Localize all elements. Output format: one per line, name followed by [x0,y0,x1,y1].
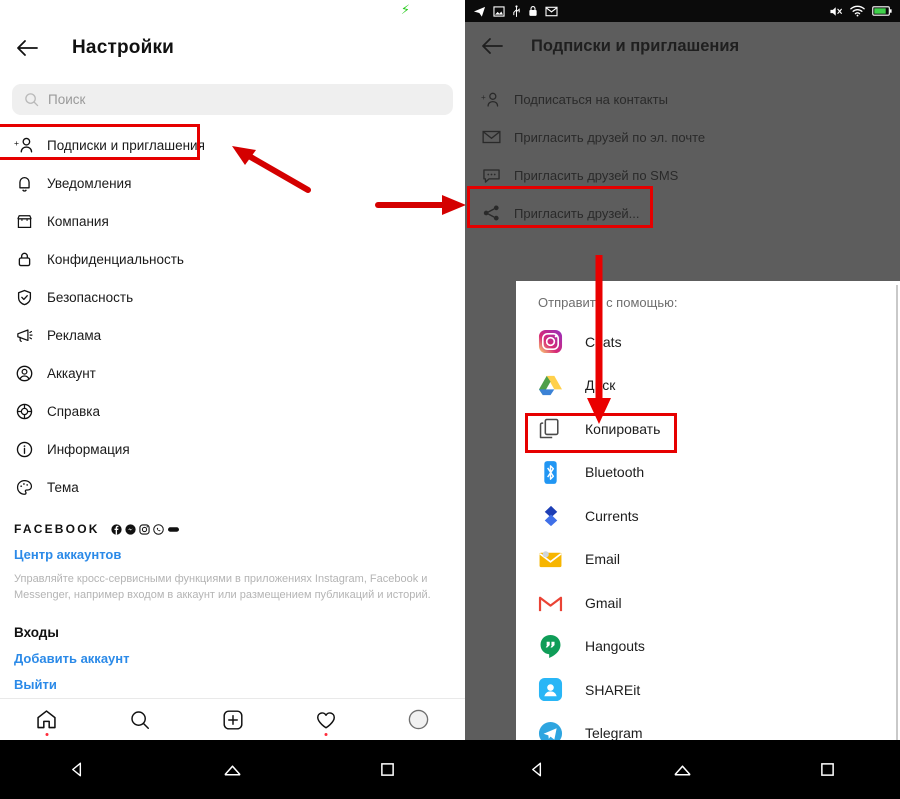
arrow-to-copy [587,255,611,424]
screenshot-root: ⚡ Настройки Поиск + Подписки и приглашен… [0,0,900,799]
arrow-to-invite-friends [375,195,466,215]
arrow-to-subscriptions [232,146,311,193]
annotation-arrows [232,146,611,424]
